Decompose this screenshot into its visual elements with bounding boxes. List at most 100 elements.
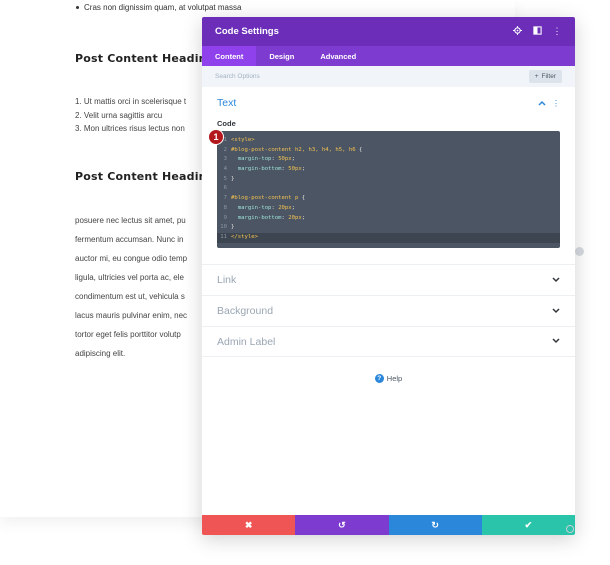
redo-button[interactable]: ↻ — [388, 515, 482, 535]
cancel-button[interactable]: ✖ — [202, 515, 296, 535]
background-section-toggle[interactable]: Background — [202, 295, 575, 326]
paragraph-line: condimentum est ut, vehicula s — [75, 292, 185, 301]
modal-title: Code Settings — [215, 26, 279, 37]
code-line[interactable]: 3 margin-top: 50px; — [217, 155, 560, 165]
link-section-toggle[interactable]: Link — [202, 264, 575, 295]
line-number: 8 — [223, 204, 227, 211]
code-token: </style> — [231, 233, 258, 240]
line-number: 5 — [223, 175, 227, 182]
code-token: margin-top — [237, 156, 272, 163]
code-text: margin-top: 50px; — [231, 155, 295, 165]
more-vertical-icon[interactable]: ⋮ — [552, 26, 562, 37]
search-bar: Search Options + Filter — [202, 66, 575, 87]
list-item: 2. Velit urna sagittis arcu — [75, 110, 163, 120]
code-token: 50px — [278, 156, 292, 163]
code-line[interactable]: 5} — [217, 175, 560, 185]
code-lines: 1 <style> 2 #blog-post-content h2, h3, h4, … — [217, 136, 560, 243]
columns-icon[interactable] — [532, 26, 542, 37]
code-token: 50px — [288, 166, 302, 173]
code-token: margin-bottom — [237, 166, 282, 173]
chevron-up-icon[interactable] — [538, 99, 546, 108]
paragraph-line: fermentum accumsan. Nunc in — [75, 235, 184, 244]
list-item: 1. Ut mattis orci in scelerisque t — [75, 97, 187, 106]
code-token: 20px — [288, 214, 302, 221]
code-line[interactable]: 11 </style> — [217, 232, 560, 243]
plus-icon: + — [534, 73, 539, 80]
search-input[interactable]: Search Options — [215, 73, 529, 80]
help-label: Help — [386, 374, 403, 383]
filter-button[interactable]: + Filter — [528, 70, 562, 83]
list-bullet-item: Cras non dignissim quam, at volutpat mas… — [76, 3, 241, 12]
line-number: 3 — [223, 156, 227, 163]
line-number: 4 — [223, 166, 227, 173]
body-paragraph: posuere nec lectus sit amet, pu fermentu… — [75, 211, 187, 363]
code-line[interactable]: 4 margin-bottom: 50px; — [217, 165, 560, 175]
code-text: </style> — [231, 233, 258, 243]
line-number: 7 — [223, 195, 227, 202]
ordered-list: 1. Ut mattis orci in scelerisque t 2. Ve… — [75, 95, 186, 136]
text-section-title: Text — [217, 97, 237, 109]
code-line[interactable]: 9 margin-bottom: 20px; — [217, 214, 560, 224]
code-text: margin-top: 20px; — [231, 204, 295, 214]
target-icon[interactable] — [512, 26, 522, 37]
code-text: margin-bottom: 20px; — [231, 214, 305, 224]
code-settings-modal: Code Settings ⋮ Content Design Advanced … — [202, 17, 575, 535]
paragraph-line: auctor mi, eu congue odio temp — [75, 254, 188, 263]
more-vertical-icon[interactable]: ⋮ — [552, 99, 560, 108]
undo-button[interactable]: ↺ — [295, 515, 389, 535]
code-field-label: Code — [217, 119, 236, 128]
chevron-down-icon — [552, 337, 560, 346]
text-section: Text ⋮ Code 1 1 <style> 2 #blog-post-conten… — [202, 87, 575, 264]
code-line[interactable]: 2 #blog-post-content h2, h3, h4, h5, h6 { — [217, 146, 560, 156]
line-number: 6 — [223, 185, 227, 192]
code-token: #blog-post-content p — [231, 195, 299, 202]
save-button[interactable]: ✔ — [481, 515, 575, 535]
code-token: <style> — [231, 137, 255, 143]
resize-handle[interactable] — [566, 525, 574, 533]
background-section-title: Background — [217, 305, 274, 317]
code-token: 20px — [278, 204, 292, 211]
code-line[interactable]: 7 #blog-post-content p { — [217, 194, 560, 204]
code-text: #blog-post-content p { — [231, 194, 305, 204]
tab-content[interactable]: Content — [202, 46, 257, 66]
code-line[interactable]: 8 margin-top: 20px; — [217, 204, 560, 214]
code-token: margin-top — [237, 204, 272, 211]
code-token: } — [231, 175, 235, 182]
code-text: #blog-post-content h2, h3, h4, h5, h6 { — [231, 146, 362, 156]
tab-design[interactable]: Design — [256, 46, 307, 66]
code-text: } — [231, 223, 234, 233]
chevron-down-icon — [552, 307, 560, 316]
code-text: margin-bottom: 50px; — [231, 165, 305, 175]
list-item: 3. Mon ultrices risus lectus non — [75, 124, 185, 133]
code-line[interactable]: 6 — [217, 184, 560, 194]
filter-label: Filter — [541, 73, 556, 80]
line-number: 10 — [220, 224, 227, 231]
paragraph-line: tortor eget felis porttitor volutp — [75, 330, 181, 339]
line-number: 2 — [223, 146, 227, 153]
bullet-text: Cras non dignissim quam, at volutpat mas… — [84, 3, 242, 12]
code-line[interactable]: 1 <style> — [217, 136, 560, 146]
settings-gear-icon[interactable] — [575, 247, 584, 256]
code-text: <style> — [231, 136, 255, 146]
help-icon: ? — [374, 374, 384, 383]
tab-advanced[interactable]: Advanced — [307, 46, 369, 66]
modal-tabs: Content Design Advanced — [202, 46, 575, 66]
line-number: 11 — [220, 233, 227, 240]
code-token: { — [298, 195, 306, 202]
modal-header[interactable]: Code Settings ⋮ — [202, 17, 575, 46]
bullet-dot — [76, 6, 79, 10]
help-link[interactable]: ? Help — [202, 374, 575, 383]
code-token: ; — [301, 166, 306, 173]
chevron-down-icon — [552, 276, 560, 285]
code-editor[interactable]: 1 1 <style> 2 #blog-post-content h2, h3, h4… — [208, 129, 560, 248]
code-line[interactable]: 10} — [217, 223, 560, 233]
code-token: ; — [291, 156, 296, 163]
admin-label-section-toggle[interactable]: Admin Label — [202, 326, 575, 357]
admin-label-section-title: Admin Label — [217, 335, 276, 348]
line-number: 9 — [223, 214, 227, 221]
paragraph-line: ligula, ultricies vel porta ac, ele — [75, 273, 184, 282]
text-section-toggle[interactable]: Text ⋮ — [217, 87, 560, 119]
